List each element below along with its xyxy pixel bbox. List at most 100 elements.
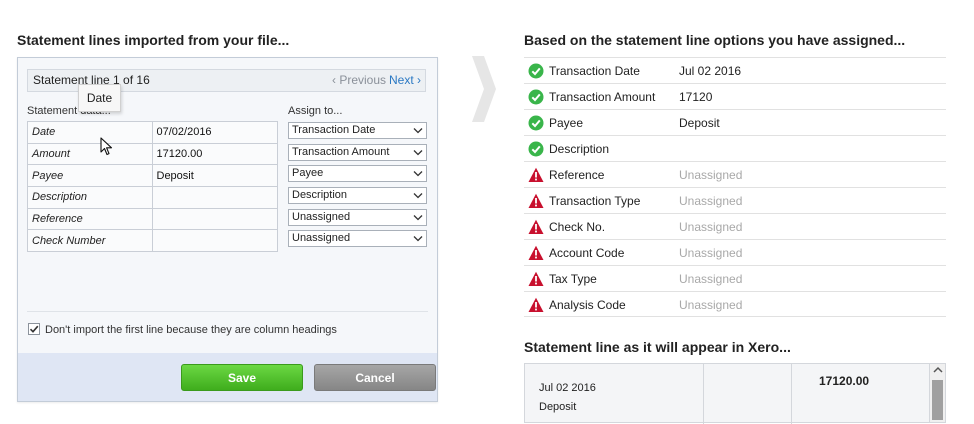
assigned-option-row: Account Code Unassigned [524,239,946,265]
panel-divider [27,311,428,312]
statement-field-value [151,229,278,253]
assigned-option-row: Transaction Type Unassigned [524,187,946,213]
assigned-option-value: Deposit [679,116,720,130]
assigned-option-value: Unassigned [679,272,743,286]
chevron-right-icon [472,56,496,122]
chevron-down-icon [413,193,423,199]
assigned-option-value: Unassigned [679,168,743,182]
chevron-down-icon [413,128,423,134]
assigned-option-label: Transaction Date [549,64,640,78]
cancel-button[interactable]: Cancel [314,364,436,391]
warning-icon [528,167,544,182]
warning-icon [528,219,544,234]
statement-data-row: Date 07/02/2016 [27,121,278,144]
scroll-up-icon[interactable] [933,366,943,374]
assigned-option-row: Transaction Amount 17120 [524,83,946,109]
assigned-options-heading: Based on the statement line options you … [524,32,906,48]
assign-to-dropdown[interactable]: Unassigned [288,208,427,226]
assigned-option-value: Jul 02 2016 [679,64,742,78]
statement-field-value [151,207,278,231]
next-link[interactable]: Next › [389,70,421,91]
check-circle-icon [528,63,544,79]
chevron-down-icon [413,214,423,221]
save-button[interactable]: Save [181,364,303,391]
assigned-option-value: Unassigned [679,298,743,312]
statement-field-value: 17120.00 [151,142,278,166]
preview-heading: Statement line as it will appear in Xero… [524,339,791,355]
assign-to-dropdown[interactable]: Unassigned [288,230,427,248]
assign-to-selected-value: Payee [292,167,324,180]
statement-data-table: Date 07/02/2016 Amount 17120.00 Payee Deposit… [27,121,278,253]
assign-to-selected-value: Unassigned [292,210,351,223]
assign-to-selected-value: Unassigned [292,232,351,245]
assign-to-dropdown[interactable]: Transaction Date [288,122,427,139]
skip-header-label: Don't import the first line because they… [45,324,337,336]
import-heading: Statement lines imported from your file.… [17,32,290,48]
warning-icon [528,271,544,286]
previous-link[interactable]: ‹ Previous [332,70,386,91]
statement-field-name: Description [27,186,153,209]
scroll-thumb[interactable] [932,380,943,420]
assigned-option-label: Payee [549,116,584,130]
check-circle-icon [528,115,544,131]
statement-field-value: Deposit [151,164,278,188]
assigned-option-value: Unassigned [679,194,743,208]
assign-to-dropdown[interactable]: Payee [288,165,427,183]
assigned-option-label: Check No. [549,220,606,234]
assigned-option-label: Description [549,142,610,156]
preview-scrollbar[interactable] [929,364,945,422]
statement-line-preview: Jul 02 2016 Deposit 17120.00 [524,363,946,424]
assigned-option-row: Payee Deposit [524,109,946,135]
assigned-option-row: Analysis Code Unassigned [524,291,946,317]
warning-icon [528,245,544,260]
chevron-down-icon [413,236,423,242]
assign-to-selected-value: Transaction Date [292,124,376,136]
statement-data-row: Payee Deposit [27,164,278,188]
assigned-option-row: Check No. Unassigned [524,213,946,239]
assign-to-dropdown[interactable]: Description [288,187,427,205]
checkmark-icon [29,325,39,333]
assign-to-column-label: Assign to... [288,105,343,117]
statement-data-row: Description [27,186,278,209]
skip-header-checkbox-row[interactable]: Don't import the first line because they… [28,323,337,336]
assign-to-selected-value: Description [292,189,348,202]
assigned-option-value: 17120 [679,90,713,104]
statement-field-name: Payee [27,164,153,188]
assigned-option-label: Analysis Code [549,298,626,312]
check-circle-icon [528,141,544,157]
check-circle-icon [528,89,544,105]
skip-header-checkbox[interactable] [28,323,40,335]
mouse-cursor-icon [100,137,113,156]
assign-to-dropdown[interactable]: Transaction Amount [288,143,427,161]
assigned-option-row: Tax Type Unassigned [524,265,946,291]
chevron-down-icon [413,171,423,177]
preview-column-divider [791,364,792,424]
statement-data-row: Reference [27,207,278,231]
statement-field-value [151,186,278,209]
assigned-option-label: Transaction Amount [549,90,656,104]
preview-column-divider [703,364,704,424]
assigned-option-label: Transaction Type [549,194,641,208]
assigned-option-value: Unassigned [679,246,743,260]
warning-icon [528,297,544,312]
statement-field-name: Check Number [27,229,153,253]
assigned-option-label: Tax Type [549,272,597,286]
assigned-option-value: Unassigned [679,220,743,234]
statement-data-row: Check Number [27,229,278,253]
statement-field-name: Amount [27,142,153,166]
assigned-option-row: Description [524,135,946,161]
preview-date: Jul 02 2016 [539,382,596,394]
statement-field-name: Reference [27,207,153,231]
preview-amount: 17120.00 [819,374,870,388]
assigned-option-label: Account Code [549,246,625,260]
statement-field-name: Date [27,121,153,144]
statement-field-value: 07/02/2016 [151,121,278,144]
assigned-option-row: Reference Unassigned [524,161,946,187]
statement-data-row: Amount 17120.00 [27,142,278,166]
warning-icon [528,193,544,208]
assigned-option-label: Reference [549,168,605,182]
assigned-options-list: Transaction Date Jul 02 2016 Transaction … [524,57,946,317]
assign-to-column: Transaction Date Transaction Amount Payee D… [288,122,427,252]
date-tooltip: Date [78,84,121,112]
preview-payee: Deposit [539,401,577,413]
